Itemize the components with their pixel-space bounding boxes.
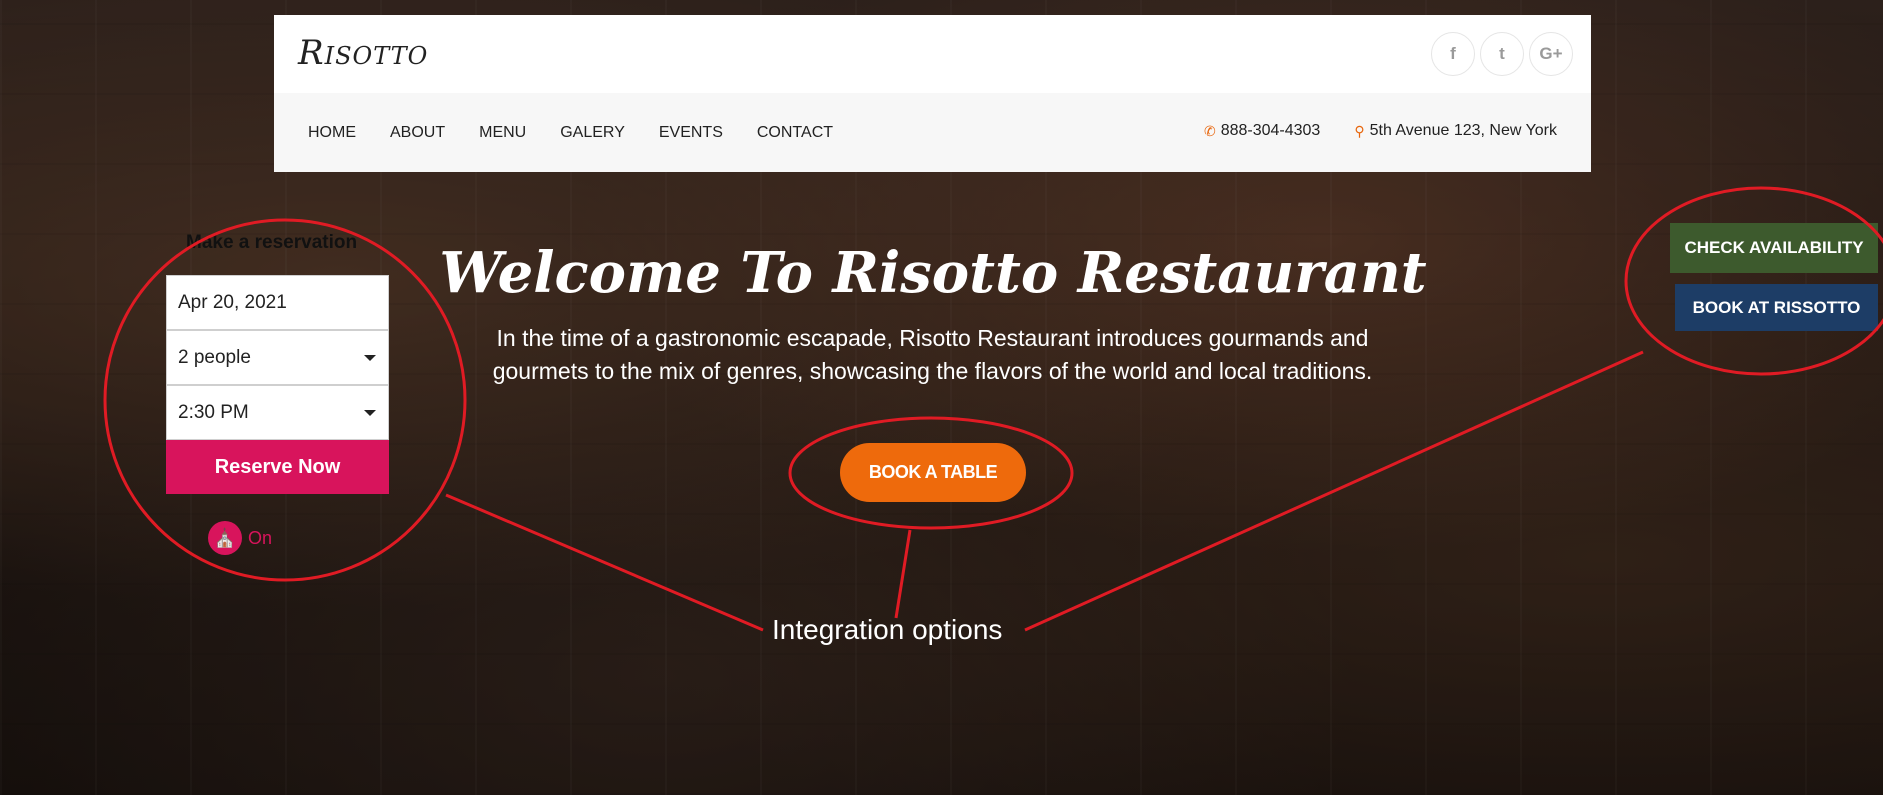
main-navbar: HOME ABOUT MENU GALERY EVENTS CONTACT ✆ …	[274, 93, 1591, 172]
phone-info[interactable]: ✆ 888-304-4303	[1204, 122, 1320, 140]
site-header: Risotto f t G+ HOME ABOUT MENU GALERY EV…	[274, 15, 1591, 172]
party-size-value: 2 people	[178, 346, 251, 368]
chevron-down-icon	[364, 355, 376, 361]
reservation-widget: Apr 20, 2021 2 people 2:30 PM Reserve No…	[166, 275, 389, 494]
opentable-logo-icon: ⛪	[208, 521, 242, 555]
map-marker-icon: ⚲	[1354, 122, 1365, 139]
party-size-select[interactable]: 2 people	[166, 330, 389, 385]
social-links: f t G+	[1431, 32, 1573, 76]
hero-title: Welcome To Risotto Restaurant	[439, 240, 1427, 306]
reserve-now-button[interactable]: Reserve Now	[166, 440, 389, 494]
nav-menu[interactable]: MENU	[479, 124, 526, 142]
nav-events[interactable]: EVENTS	[659, 124, 723, 142]
header-topbar: Risotto f t G+	[274, 15, 1591, 93]
chevron-down-icon	[364, 410, 376, 416]
nav-galery[interactable]: GALERY	[560, 124, 625, 142]
opentable-brand[interactable]: ⛪ On	[208, 521, 272, 555]
google-plus-icon[interactable]: G+	[1529, 32, 1573, 76]
address-text: 5th Avenue 123, New York	[1369, 122, 1557, 139]
address-info: ⚲ 5th Avenue 123, New York	[1354, 122, 1557, 140]
check-availability-button[interactable]: CHECK AVAILABILITY	[1670, 223, 1878, 273]
opentable-text: On	[248, 527, 273, 548]
time-value: 2:30 PM	[178, 401, 249, 423]
annotation-label: Integration options	[772, 614, 1003, 645]
contact-info: ✆ 888-304-4303 ⚲ 5th Avenue 123, New Yor…	[1204, 122, 1557, 140]
nav-contact[interactable]: CONTACT	[757, 124, 833, 142]
hero-intro: In the time of a gastronomic escapade, R…	[492, 325, 1373, 384]
book-at-rissotto-button[interactable]: BOOK AT RISSOTTO	[1675, 284, 1878, 331]
nav-links: HOME ABOUT MENU GALERY EVENTS CONTACT	[308, 124, 833, 142]
nav-about[interactable]: ABOUT	[390, 124, 445, 142]
book-a-table-button[interactable]: BOOK A TABLE	[840, 443, 1026, 502]
phone-icon: ✆	[1203, 122, 1216, 139]
phone-number: 888-304-4303	[1220, 122, 1321, 139]
facebook-icon[interactable]: f	[1431, 32, 1475, 76]
twitter-icon[interactable]: t	[1480, 32, 1524, 76]
nav-home[interactable]: HOME	[308, 124, 356, 142]
time-select[interactable]: 2:30 PM	[166, 385, 389, 440]
site-logo[interactable]: Risotto	[298, 33, 428, 73]
